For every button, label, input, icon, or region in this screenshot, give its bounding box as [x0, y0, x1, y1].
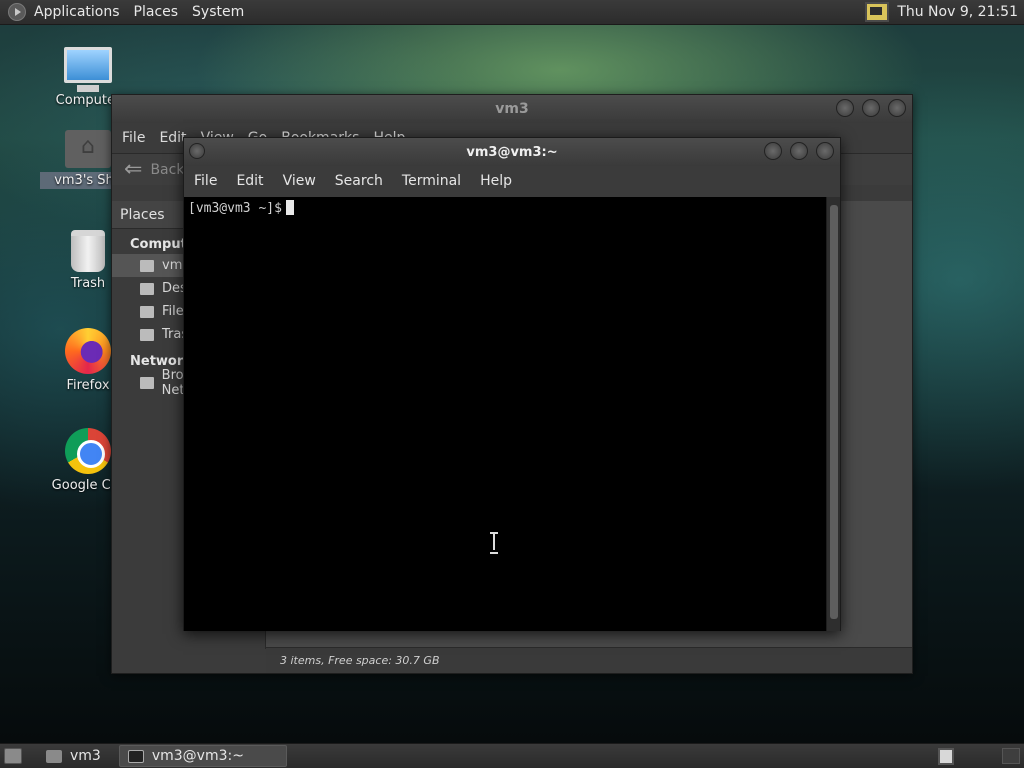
taskbar-item-terminal[interactable]: vm3@vm3:~: [118, 745, 287, 767]
menu-search[interactable]: Search: [335, 173, 383, 189]
distro-logo-icon[interactable]: [8, 3, 26, 21]
firefox-icon: [65, 328, 111, 374]
terminal-titlebar[interactable]: vm3@vm3:~: [184, 138, 840, 166]
status-bar: 3 items, Free space: 30.7 GB: [266, 647, 912, 673]
home-icon: [140, 259, 154, 272]
drive-icon: [140, 305, 154, 318]
window-title: vm3: [495, 101, 529, 117]
close-button[interactable]: [816, 142, 834, 160]
minimize-button[interactable]: [764, 142, 782, 160]
applications-menu[interactable]: Applications: [34, 4, 120, 20]
scrollbar-thumb[interactable]: [830, 205, 838, 619]
taskbar-item-label: vm3@vm3:~: [151, 748, 244, 764]
panel-tray: Thu Nov 9, 21:51: [865, 0, 1024, 25]
taskbar-item-label: vm3: [70, 748, 101, 764]
shell-prompt: [vm3@vm3 ~]$: [188, 201, 282, 216]
close-button[interactable]: [888, 99, 906, 117]
terminal-output[interactable]: [vm3@vm3 ~]$: [184, 197, 826, 631]
places-menu[interactable]: Places: [134, 4, 179, 20]
menu-file[interactable]: File: [122, 130, 145, 146]
minimize-button[interactable]: [836, 99, 854, 117]
terminal-icon: [127, 749, 144, 763]
text-cursor: [285, 200, 294, 215]
back-button[interactable]: Back: [150, 162, 184, 178]
menu-view[interactable]: View: [283, 173, 316, 189]
trash-applet-icon[interactable]: [1002, 748, 1020, 764]
file-manager-titlebar[interactable]: vm3: [112, 95, 912, 123]
window-title: vm3@vm3:~: [466, 144, 558, 160]
maximize-button[interactable]: [862, 99, 880, 117]
trash-small-icon: [140, 328, 154, 341]
terminal-scrollbar[interactable]: [826, 197, 840, 631]
trash-icon: [71, 230, 105, 272]
menu-terminal[interactable]: Terminal: [402, 173, 461, 189]
chrome-icon: [65, 428, 111, 474]
ibeam-cursor-icon: [490, 532, 498, 554]
menu-file[interactable]: File: [194, 173, 217, 189]
home-folder-icon: [65, 130, 111, 168]
top-panel: Applications Places System Thu Nov 9, 21…: [0, 0, 1024, 25]
update-notifier-icon[interactable]: [865, 2, 890, 22]
panel-clock[interactable]: Thu Nov 9, 21:51: [897, 4, 1018, 20]
folder-icon: [46, 749, 62, 763]
desktop-icon: [140, 282, 154, 295]
terminal-window: vm3@vm3:~ File Edit View Search Terminal…: [183, 137, 841, 631]
system-menu[interactable]: System: [192, 4, 244, 20]
menu-edit[interactable]: Edit: [236, 173, 263, 189]
network-icon: [140, 376, 154, 389]
workspace-switcher[interactable]: [938, 747, 954, 765]
back-arrow-icon[interactable]: ⇐: [124, 157, 142, 182]
bottom-panel: vm3 vm3@vm3:~: [0, 743, 1024, 768]
menu-help[interactable]: Help: [480, 173, 512, 189]
window-menu-button[interactable]: [189, 143, 205, 159]
show-desktop-icon[interactable]: [4, 748, 22, 764]
taskbar-item-file-manager[interactable]: vm3: [38, 745, 109, 767]
terminal-menubar: File Edit View Search Terminal Help: [184, 166, 840, 196]
computer-icon: [64, 47, 112, 92]
maximize-button[interactable]: [790, 142, 808, 160]
